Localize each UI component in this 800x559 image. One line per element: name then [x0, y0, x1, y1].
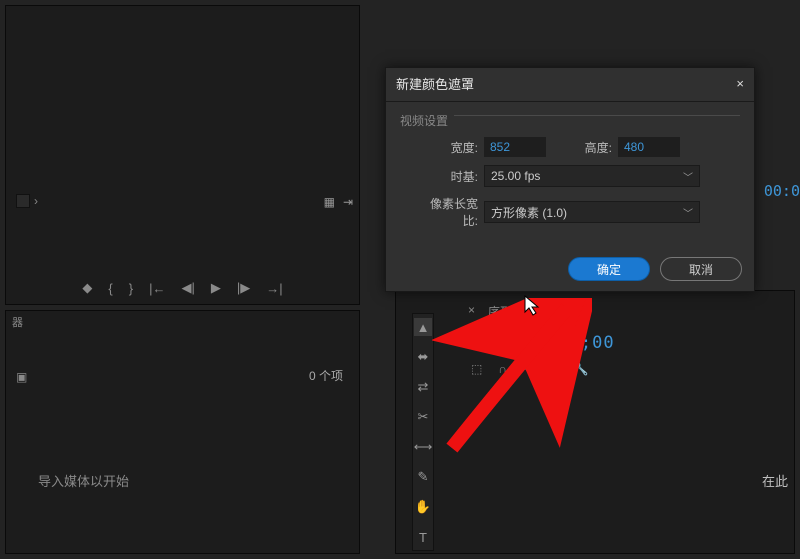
dialog-buttons: 确定 取消 — [568, 257, 742, 281]
monitor-left-controls: › — [16, 194, 38, 208]
bin-icon[interactable]: ▣ — [16, 370, 27, 384]
settings-icon[interactable]: 🔧 — [574, 362, 589, 376]
chevron-down-icon: ﹀ — [683, 205, 693, 220]
selection-tool-icon[interactable]: ▲ — [414, 318, 432, 336]
close-icon[interactable]: × — [736, 76, 744, 91]
link-icon[interactable]: ⟐ — [523, 361, 532, 376]
go-to-in-icon[interactable]: |← — [149, 281, 165, 296]
transport-bar: ◆ { } |← ◀| ▶ |▶ →| — [6, 280, 359, 296]
go-to-out-icon[interactable]: →| — [266, 281, 282, 296]
step-icon[interactable]: ⇥ — [343, 195, 353, 209]
dialog-title: 新建颜色遮罩 — [396, 74, 474, 93]
out-point-icon[interactable]: } — [129, 281, 133, 296]
timeline-placeholder-text: 在此 — [762, 471, 788, 490]
project-item-count: 0 个项 — [309, 367, 343, 384]
width-input[interactable] — [484, 137, 546, 157]
snap-icon[interactable]: ⬚ — [471, 362, 482, 376]
timebase-select[interactable]: 25.00 fps ﹀ — [484, 165, 700, 187]
monitor-right-controls: ▦ ⇥ — [324, 195, 353, 209]
par-label: 像素长宽比: — [416, 195, 478, 229]
close-sequence-icon[interactable]: × — [468, 303, 475, 317]
play-icon[interactable]: ▶ — [211, 280, 221, 296]
chevron-down-icon: ﹀ — [683, 169, 693, 184]
height-input[interactable] — [618, 137, 680, 157]
step-forward-icon[interactable]: |▶ — [237, 280, 250, 296]
timebase-label: 时基: — [416, 168, 478, 185]
width-field-label: 宽度: — [416, 139, 478, 156]
step-back-icon[interactable]: ◀| — [181, 280, 194, 296]
chevron-right-icon: › — [34, 194, 38, 208]
in-point-icon[interactable]: { — [108, 281, 112, 296]
razor-tool-icon[interactable]: ✂ — [414, 408, 432, 426]
dropdown-toggle[interactable] — [16, 194, 30, 208]
type-tool-icon[interactable]: T — [414, 528, 432, 546]
cancel-button[interactable]: 取消 — [660, 257, 742, 281]
magnet-icon[interactable]: ∩ — [498, 362, 507, 376]
par-select[interactable]: 方形像素 (1.0) ﹀ — [484, 201, 700, 223]
marker2-icon[interactable]: ◆ — [548, 362, 557, 376]
dialog-titlebar: 新建颜色遮罩 × — [386, 68, 754, 102]
source-monitor-panel: › ▦ ⇥ ◆ { } |← ◀| ▶ |▶ →| — [5, 5, 360, 305]
ok-button[interactable]: 确定 — [568, 257, 650, 281]
timeline-panel: ▲ ⬌ ⇄ ✂ ⟷ ✎ ✋ T × 序列 00;00;00;00 ⬚ ∩ ⟐ ◆… — [395, 290, 795, 554]
timeline-timecode[interactable]: 00;00;00;00 — [491, 333, 615, 353]
project-title: 器 — [12, 314, 23, 330]
hand-tool-icon[interactable]: ✋ — [414, 498, 432, 516]
timeline-mini-controls: ⬚ ∩ ⟐ ◆ 🔧 — [471, 361, 589, 376]
grid-icon[interactable]: ▦ — [324, 195, 335, 209]
timebase-value: 25.00 fps — [491, 169, 540, 183]
slip-tool-icon[interactable]: ⟷ — [414, 438, 432, 456]
fieldset-divider — [454, 115, 740, 116]
project-panel: 器 ▣ 0 个项 导入媒体以开始 — [5, 310, 360, 554]
program-timecode: 00:0 — [764, 182, 800, 200]
tool-column: ▲ ⬌ ⇄ ✂ ⟷ ✎ ✋ T — [412, 313, 434, 551]
pen-tool-icon[interactable]: ✎ — [414, 468, 432, 486]
height-field-label: 高度: — [570, 139, 612, 156]
project-subheader: ▣ — [6, 367, 359, 387]
ripple-edit-tool-icon[interactable]: ⇄ — [414, 378, 432, 396]
new-color-matte-dialog: 新建颜色遮罩 × 视频设置 宽度: 高度: 时基: 25.00 fps ﹀ 像素… — [385, 67, 755, 292]
marker-icon[interactable]: ◆ — [82, 280, 92, 296]
import-hint[interactable]: 导入媒体以开始 — [38, 471, 129, 490]
track-select-tool-icon[interactable]: ⬌ — [414, 348, 432, 366]
par-value: 方形像素 (1.0) — [491, 204, 567, 221]
sequence-title: 序列 — [488, 303, 512, 320]
